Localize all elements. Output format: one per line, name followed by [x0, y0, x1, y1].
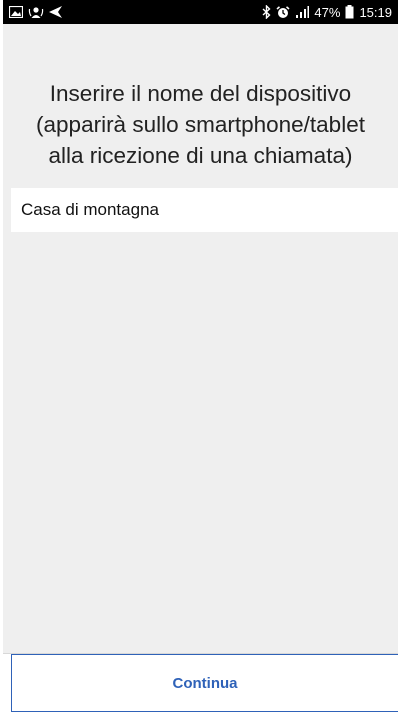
contacts-sync-icon — [28, 6, 44, 19]
battery-icon — [345, 5, 354, 19]
clock: 15:19 — [359, 4, 392, 20]
device-name-instructions: Inserire il nome del dispositivo (appari… — [3, 78, 398, 171]
instructions-line-3: alla ricezione di una chiamata) — [48, 143, 353, 168]
alarm-icon — [276, 5, 290, 19]
device-name-input[interactable] — [11, 188, 398, 232]
status-right-icons: 47% 15:19 — [262, 5, 392, 20]
device-name-screen: 47% 15:19 Inserire il nome del dispositi… — [0, 0, 401, 716]
status-bar: 47% 15:19 — [3, 0, 398, 24]
instructions-line-1: Inserire il nome del dispositivo — [49, 81, 352, 106]
navigation-arrow-icon — [49, 6, 62, 18]
bluetooth-icon — [262, 5, 271, 19]
battery-percentage: 47% — [314, 4, 341, 20]
continue-button[interactable]: Continua — [11, 654, 398, 712]
signal-icon — [295, 6, 310, 18]
instructions-line-2: (apparirà sullo smartphone/tablet — [36, 112, 365, 137]
status-left-icons — [9, 6, 62, 19]
gallery-icon — [9, 6, 23, 18]
bottom-action-bar: Continua — [3, 653, 398, 716]
